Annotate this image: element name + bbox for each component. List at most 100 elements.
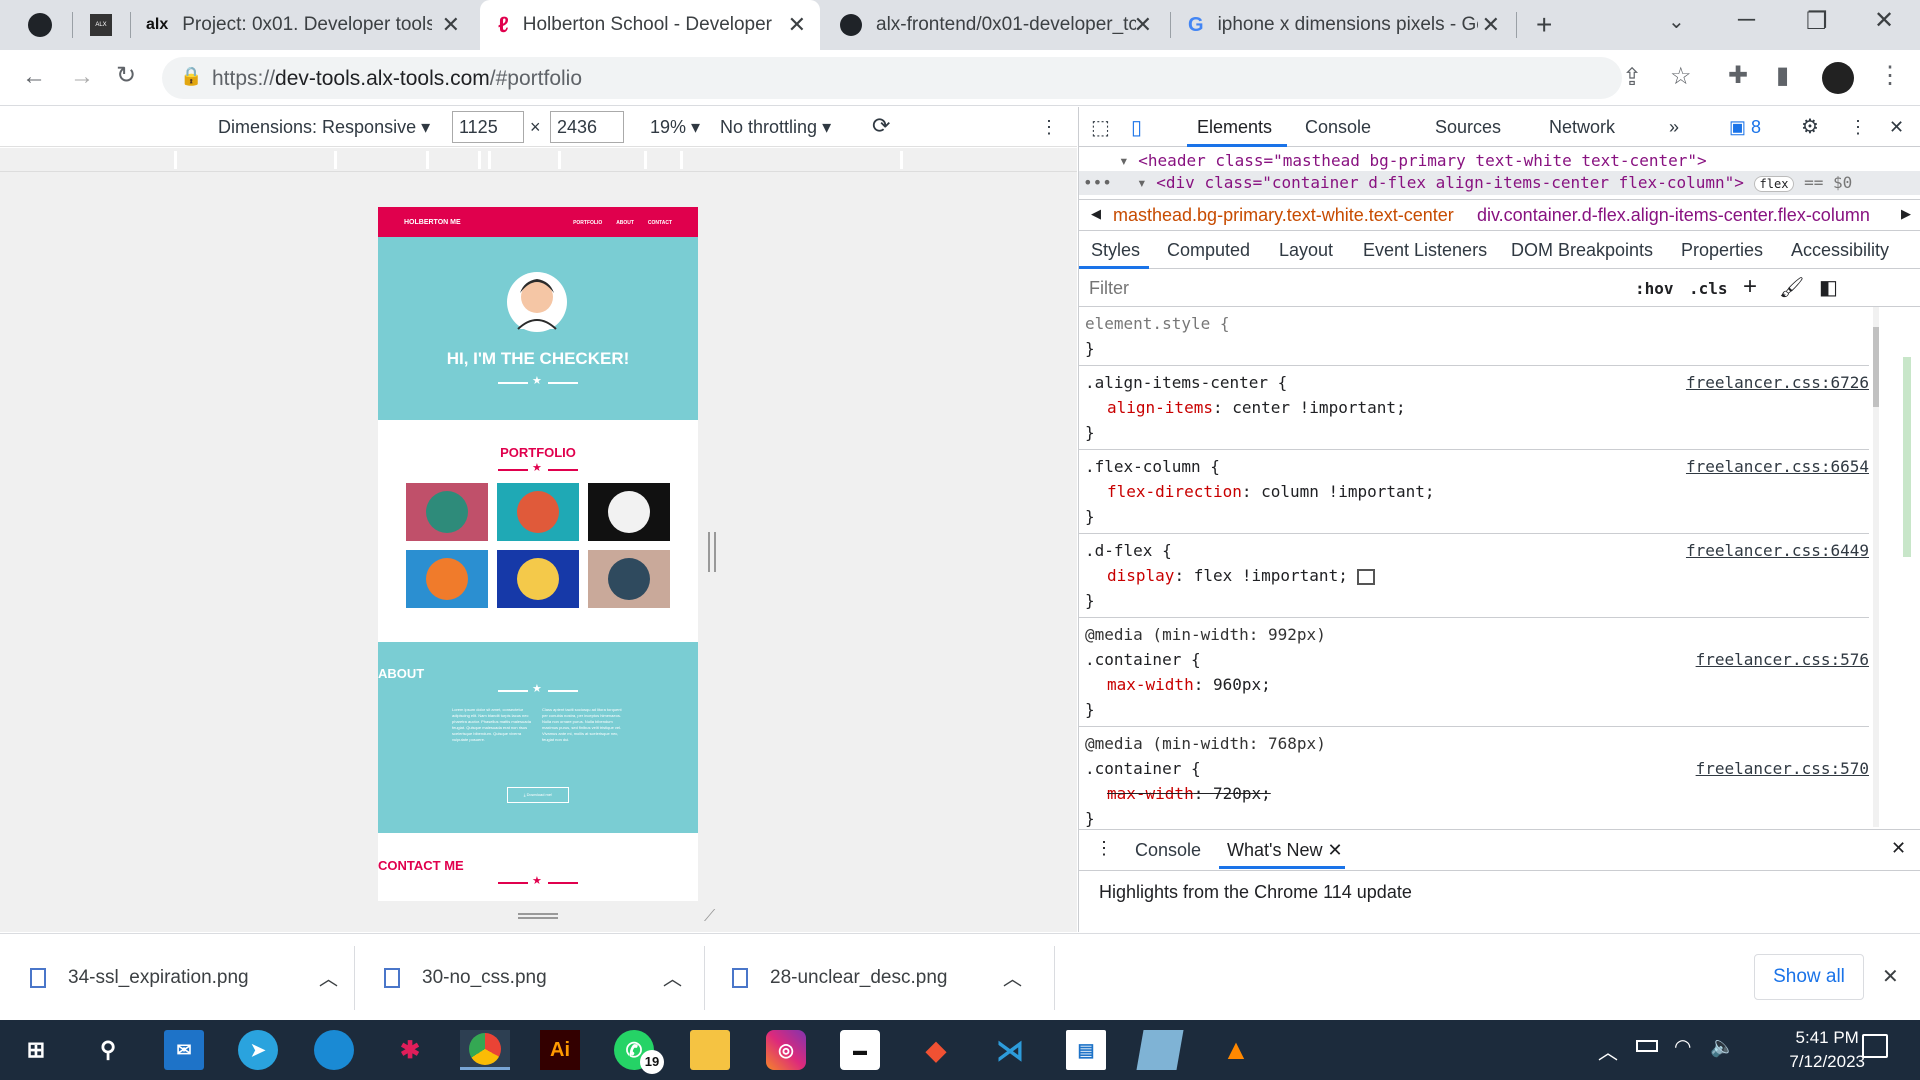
subtab-layout[interactable]: Layout [1279, 240, 1333, 261]
alx-school-icon[interactable]: ALX [90, 14, 112, 36]
portfolio-item-cabin[interactable] [406, 483, 488, 541]
portfolio-item-circus[interactable] [588, 483, 670, 541]
address-bar[interactable]: 🔒 https://dev-tools.alx-tools.com/#portf… [162, 57, 1692, 99]
devtools-menu-icon[interactable]: ⋮ [1849, 117, 1867, 138]
close-window-icon[interactable]: ✕ [1874, 9, 1894, 33]
rotate-icon[interactable]: ⟳ [872, 113, 890, 139]
tab-search-chevron-icon[interactable]: ⌄ [1668, 12, 1685, 32]
source-link[interactable]: freelancer.css:6726 [1686, 370, 1869, 395]
drawer-tab-console[interactable]: Console [1135, 840, 1201, 861]
portfolio-item-submarine[interactable] [588, 550, 670, 608]
search-icon[interactable]: ⚲ [88, 1030, 128, 1070]
flexbox-editor-icon[interactable] [1357, 568, 1376, 585]
close-icon[interactable]: ✕ [788, 12, 806, 38]
edge-icon[interactable] [314, 1030, 354, 1070]
forward-icon[interactable]: → [70, 65, 94, 89]
source-link[interactable]: freelancer.css:6654 [1686, 454, 1869, 479]
dom-node-header[interactable]: ▾ <header class="masthead bg-primary tex… [1119, 151, 1707, 170]
side-panel-icon[interactable]: ▮ [1776, 64, 1789, 88]
rule-align-items-center[interactable]: freelancer.css:6726 .align-items-center … [1079, 366, 1869, 450]
right-resize-handle[interactable] [708, 532, 716, 572]
download-button[interactable]: ⤓ Download me! [507, 787, 569, 803]
close-icon[interactable]: ✕ [1134, 12, 1152, 38]
file-explorer-icon[interactable] [690, 1030, 730, 1070]
subtab-computed[interactable]: Computed [1167, 240, 1250, 261]
volume-icon[interactable]: 🔈 [1710, 1034, 1735, 1059]
zoom-select[interactable]: 19% ▾ [650, 117, 700, 138]
chrome-icon[interactable] [460, 1030, 510, 1070]
chevron-up-icon[interactable]: ︿ [663, 964, 682, 991]
extensions-icon[interactable]: ✚ [1728, 64, 1748, 88]
rule-container-992[interactable]: freelancer.css:576 @media (min-width: 99… [1079, 618, 1869, 727]
clock[interactable]: 5:41 PM 7/12/2023 [1789, 1026, 1865, 1074]
paint-icon[interactable]: 🖌 [1779, 275, 1804, 300]
rule-d-flex[interactable]: freelancer.css:6449 .d-flex { display: f… [1079, 534, 1869, 618]
tab-network[interactable]: Network [1549, 117, 1615, 138]
subtab-styles[interactable]: Styles [1091, 240, 1140, 261]
styles-filter-input[interactable] [1083, 273, 1619, 303]
drawer-tab-whats-new[interactable]: What's New ✕ [1227, 840, 1343, 861]
reload-icon[interactable]: ↻ [116, 64, 136, 88]
vscode-icon[interactable]: ⋊ [990, 1030, 1030, 1070]
close-shelf-icon[interactable]: ✕ [1882, 964, 1899, 989]
tab-console[interactable]: Console [1305, 117, 1371, 138]
close-icon[interactable]: ✕ [442, 12, 460, 38]
notifications-icon[interactable] [1862, 1034, 1888, 1058]
rule-container-768[interactable]: freelancer.css:570 @media (min-width: 76… [1079, 727, 1869, 827]
more-options-icon[interactable]: ⋮ [1040, 117, 1058, 138]
illustrator-icon[interactable]: Ai [540, 1030, 580, 1070]
emulated-page[interactable]: HOLBERTON ME PORTFOLIO ABOUT CONTACT HI,… [378, 207, 698, 901]
mail-icon[interactable]: ✉ [164, 1030, 204, 1070]
bookmark-star-icon[interactable]: ☆ [1670, 65, 1692, 89]
more-menu-icon[interactable]: ⋮ [1878, 64, 1902, 88]
drawer-menu-icon[interactable]: ⋮ [1095, 838, 1113, 859]
git-icon[interactable]: ◆ [916, 1030, 956, 1070]
inspect-icon[interactable]: ⬚ [1091, 115, 1110, 140]
download-item[interactable]: 30-no_css.png ︿ [384, 934, 704, 1021]
back-icon[interactable]: ← [22, 65, 46, 89]
wifi-icon[interactable]: ◠ [1674, 1034, 1691, 1059]
dimensions-select[interactable]: Dimensions: Responsive ▾ [218, 117, 430, 138]
crumb-prev-icon[interactable]: ◀ [1091, 206, 1101, 222]
rule-flex-column[interactable]: freelancer.css:6654 .flex-column { flex-… [1079, 450, 1869, 534]
tray-chevron-icon[interactable]: ︿ [1598, 1036, 1618, 1065]
height-input[interactable]: 2436 [550, 111, 624, 143]
telegram-icon[interactable]: ➤ [238, 1030, 278, 1070]
vlc-icon[interactable]: ▲ [1216, 1030, 1256, 1070]
tab-elements[interactable]: Elements [1197, 117, 1272, 138]
avatar[interactable] [1822, 62, 1854, 94]
issues-badge[interactable]: ▣ 8 [1729, 117, 1761, 138]
width-input[interactable]: 1125 [452, 111, 524, 143]
nav-contact[interactable]: CONTACT [648, 220, 672, 226]
close-icon[interactable]: ✕ [1482, 12, 1500, 38]
chevron-up-icon[interactable]: ︿ [319, 964, 338, 991]
chevron-up-icon[interactable]: ︿ [1003, 964, 1022, 991]
restore-icon[interactable]: ❐ [1806, 10, 1828, 34]
crumb-div[interactable]: div.container.d-flex.align-items-center.… [1477, 205, 1870, 226]
styles-scrollbar[interactable] [1869, 307, 1920, 827]
github-icon[interactable] [28, 13, 52, 37]
tab-sources[interactable]: Sources [1435, 117, 1501, 138]
device-toggle-icon[interactable]: ▯ [1131, 115, 1142, 140]
crumb-header[interactable]: masthead.bg-primary.text-white.text-cent… [1113, 205, 1454, 226]
minimize-icon[interactable]: ─ [1738, 8, 1755, 32]
tab-google-search[interactable]: G iphone x dimensions pixels - Gc ✕ [1174, 0, 1514, 50]
new-tab-icon[interactable]: + [1536, 11, 1552, 39]
tab-holberton-active[interactable]: ℓ Holberton School - Developer t ✕ [480, 0, 820, 50]
close-drawer-icon[interactable]: ✕ [1891, 838, 1906, 859]
download-item[interactable]: 28-unclear_desc.png ︿ [732, 934, 1052, 1021]
subtab-accessibility[interactable]: Accessibility [1791, 240, 1889, 261]
source-link[interactable]: freelancer.css:6449 [1686, 538, 1869, 563]
source-link[interactable]: freelancer.css:576 [1696, 647, 1869, 672]
bottom-resize-handle[interactable] [518, 913, 558, 919]
throttling-select[interactable]: No throttling ▾ [720, 117, 831, 138]
corner-resize-handle[interactable]: ⟋ [704, 908, 715, 926]
tab-github-repo[interactable]: alx-frontend/0x01-developer_tc ✕ [826, 0, 1166, 50]
download-item[interactable]: 34-ssl_expiration.png ︿ [30, 934, 350, 1021]
show-all-button[interactable]: Show all [1754, 954, 1864, 1000]
sidebar-toggle-icon[interactable]: ◧ [1819, 275, 1838, 300]
site-brand[interactable]: HOLBERTON ME [404, 219, 461, 226]
share-icon[interactable]: ⇪ [1622, 66, 1642, 90]
dom-node-div[interactable]: ▾ <div class="container d-flex align-ite… [1137, 173, 1852, 192]
more-tabs-icon[interactable]: » [1669, 117, 1679, 138]
